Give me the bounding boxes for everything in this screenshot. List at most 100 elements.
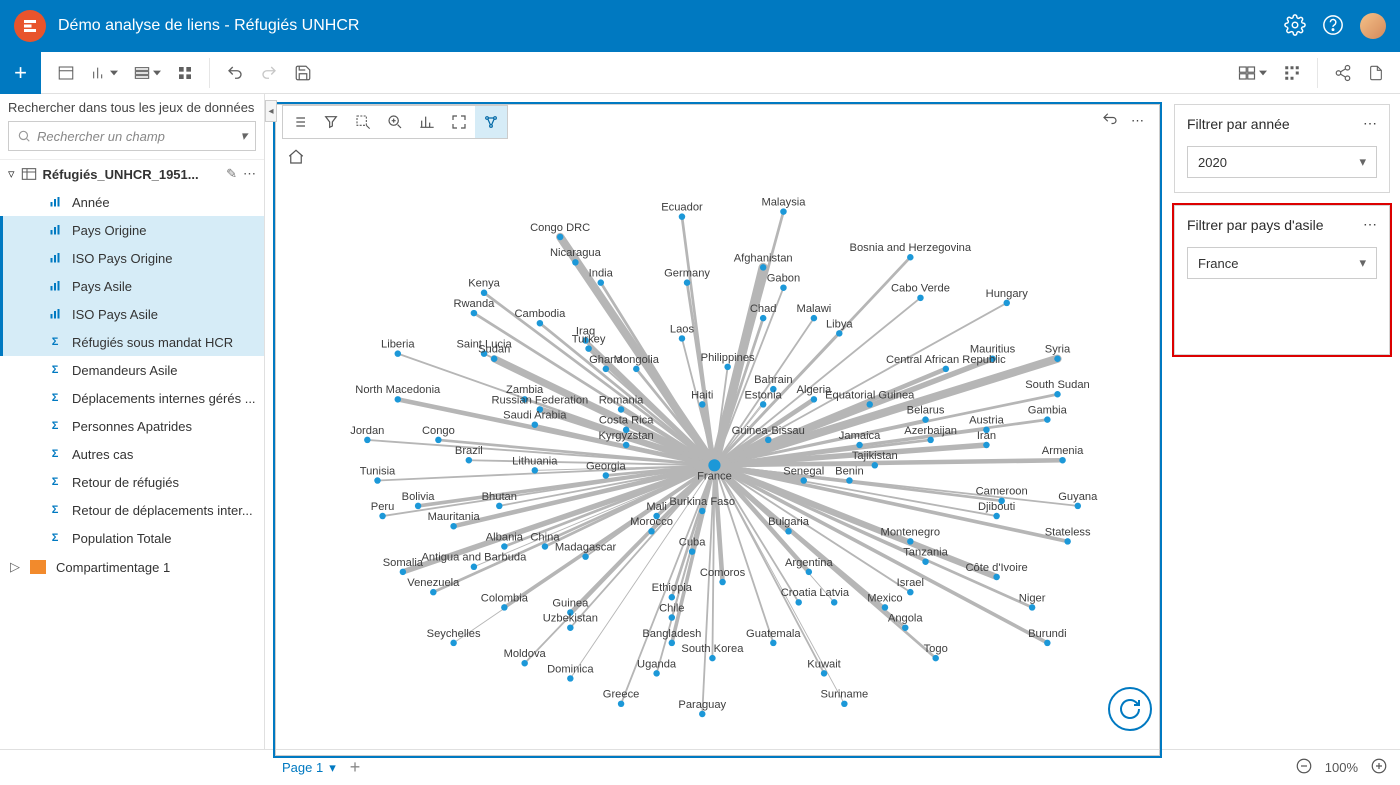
field-row[interactable]: ΣRetour de déplacements inter... — [0, 496, 264, 524]
field-label: Réfugiés sous mandat HCR — [72, 335, 233, 350]
save-icon[interactable] — [294, 64, 312, 82]
chevron-down-icon: ▾ — [329, 760, 336, 776]
flip-card-icon[interactable] — [1101, 111, 1119, 130]
svg-text:Cameroon: Cameroon — [976, 486, 1028, 498]
share-icon[interactable] — [1334, 64, 1352, 82]
field-row[interactable]: ISO Pays Origine — [0, 244, 264, 272]
dataset-row[interactable]: ▿ Réfugiés_UNHCR_1951... ✎ ⋯ — [0, 159, 264, 188]
search-input[interactable]: Rechercher un champ ▾ — [8, 121, 256, 151]
filter-year-select[interactable]: 2020 ▾ — [1187, 146, 1377, 178]
field-row[interactable]: ΣDéplacements internes gérés ... — [0, 384, 264, 412]
svg-text:Mexico: Mexico — [867, 592, 902, 604]
svg-text:Malawi: Malawi — [797, 303, 832, 315]
layout-dropdown[interactable] — [1238, 65, 1267, 81]
svg-text:Gabon: Gabon — [767, 273, 801, 285]
svg-text:Germany: Germany — [664, 268, 710, 280]
card-menu-icon[interactable]: ⋯ — [1363, 115, 1377, 132]
page-tab[interactable]: Page 1 ▾ — [282, 760, 336, 776]
svg-text:Costa Rica: Costa Rica — [599, 415, 654, 427]
svg-text:Chile: Chile — [659, 602, 684, 614]
field-label: ISO Pays Asile — [72, 307, 158, 322]
search-placeholder: Rechercher un champ — [37, 129, 165, 144]
svg-text:Djibouti: Djibouti — [978, 501, 1015, 513]
main-area: Rechercher dans tous les jeux de données… — [0, 94, 1400, 749]
svg-text:Haiti: Haiti — [691, 389, 713, 401]
undo-icon[interactable] — [226, 64, 244, 82]
svg-text:Kuwait: Kuwait — [807, 658, 841, 670]
grid-icon[interactable] — [177, 65, 193, 81]
svg-text:Cuba: Cuba — [679, 536, 706, 548]
qr-icon[interactable] — [1283, 64, 1301, 82]
svg-text:Malaysia: Malaysia — [761, 196, 806, 208]
svg-text:Morocco: Morocco — [630, 516, 673, 528]
field-row[interactable]: ΣDemandeurs Asile — [0, 356, 264, 384]
settings-icon[interactable] — [1284, 14, 1306, 39]
home-icon[interactable] — [287, 148, 305, 169]
field-row[interactable]: Année — [0, 188, 264, 216]
svg-text:Dominica: Dominica — [547, 663, 594, 675]
app-logo — [14, 10, 46, 42]
field-row[interactable]: Pays Origine — [0, 216, 264, 244]
card-icon[interactable] — [57, 64, 75, 82]
add-button[interactable]: + — [0, 52, 41, 94]
sigma-icon: Σ — [48, 476, 62, 488]
field-row[interactable]: Σ Réfugiés sous mandat HCR — [0, 328, 264, 356]
zoom-icon[interactable] — [379, 106, 411, 138]
network-icon[interactable] — [475, 106, 507, 138]
sidebar-collapse-handle[interactable]: ◂ — [265, 100, 277, 122]
collapse-icon[interactable]: ▿ — [8, 166, 15, 182]
svg-text:Turkey: Turkey — [572, 333, 606, 345]
svg-text:Stateless: Stateless — [1045, 526, 1091, 538]
add-page-button[interactable]: + — [350, 757, 361, 778]
filter-asylum-card: Filtrer par pays d'asile ⋯ France ▾ — [1174, 205, 1390, 355]
help-icon[interactable] — [1322, 14, 1344, 39]
field-row[interactable]: ΣPersonnes Apatrides — [0, 412, 264, 440]
sigma-icon: Σ — [48, 504, 62, 516]
zoom-in-button[interactable] — [1370, 757, 1388, 778]
card-menu-icon[interactable]: ⋯ — [1363, 216, 1377, 233]
svg-text:Libya: Libya — [826, 318, 853, 330]
zoom-out-button[interactable] — [1295, 757, 1313, 778]
filter-year-title: Filtrer par année — [1187, 116, 1290, 132]
dataset-menu[interactable]: ⋯ — [243, 166, 256, 182]
filter-icon[interactable] — [315, 106, 347, 138]
svg-text:Saudi Arabia: Saudi Arabia — [503, 410, 567, 422]
field-row[interactable]: ΣAutres cas — [0, 440, 264, 468]
section-icon — [30, 560, 46, 574]
table-icon — [21, 167, 37, 181]
svg-text:France: France — [697, 471, 732, 483]
field-row[interactable]: ΣRetour de réfugiés — [0, 468, 264, 496]
svg-text:Albania: Albania — [486, 531, 524, 543]
edit-icon[interactable]: ✎ — [226, 166, 237, 182]
expand-icon[interactable]: ▷ — [10, 559, 20, 575]
svg-text:Tunisia: Tunisia — [360, 465, 396, 477]
svg-text:Somalia: Somalia — [383, 557, 424, 569]
svg-text:Burundi: Burundi — [1028, 628, 1066, 640]
link-chart[interactable]: FranceAfghanistanSyriaCongo DRCGuinea-Bi… — [275, 104, 1160, 756]
refresh-badge[interactable] — [1108, 687, 1152, 731]
card-toolbar — [282, 105, 508, 139]
svg-text:Chad: Chad — [750, 303, 777, 315]
svg-text:Jordan: Jordan — [350, 425, 384, 437]
chart-icon[interactable] — [411, 106, 443, 138]
svg-text:Uzbekistan: Uzbekistan — [543, 613, 598, 625]
fullscreen-icon[interactable] — [443, 106, 475, 138]
export-icon[interactable] — [1368, 64, 1384, 82]
section-row[interactable]: ▷ Compartimentage 1 — [0, 552, 264, 582]
svg-text:Ethiopia: Ethiopia — [652, 582, 693, 594]
legend-icon[interactable] — [283, 106, 315, 138]
svg-text:Lithuania: Lithuania — [512, 455, 558, 467]
sigma-icon: Σ — [48, 336, 62, 348]
chart-dropdown[interactable] — [91, 65, 118, 81]
filter-asylum-select[interactable]: France ▾ — [1187, 247, 1377, 279]
field-row[interactable]: Pays Asile — [0, 272, 264, 300]
field-row[interactable]: ISO Pays Asile — [0, 300, 264, 328]
search-icon — [17, 129, 31, 143]
table-dropdown[interactable] — [134, 66, 161, 80]
user-avatar[interactable] — [1360, 13, 1386, 39]
field-row[interactable]: ΣPopulation Totale — [0, 524, 264, 552]
redo-icon[interactable] — [260, 64, 278, 82]
svg-text:Iran: Iran — [977, 430, 996, 442]
card-menu-icon[interactable]: ⋯ — [1131, 113, 1144, 129]
select-icon[interactable] — [347, 106, 379, 138]
